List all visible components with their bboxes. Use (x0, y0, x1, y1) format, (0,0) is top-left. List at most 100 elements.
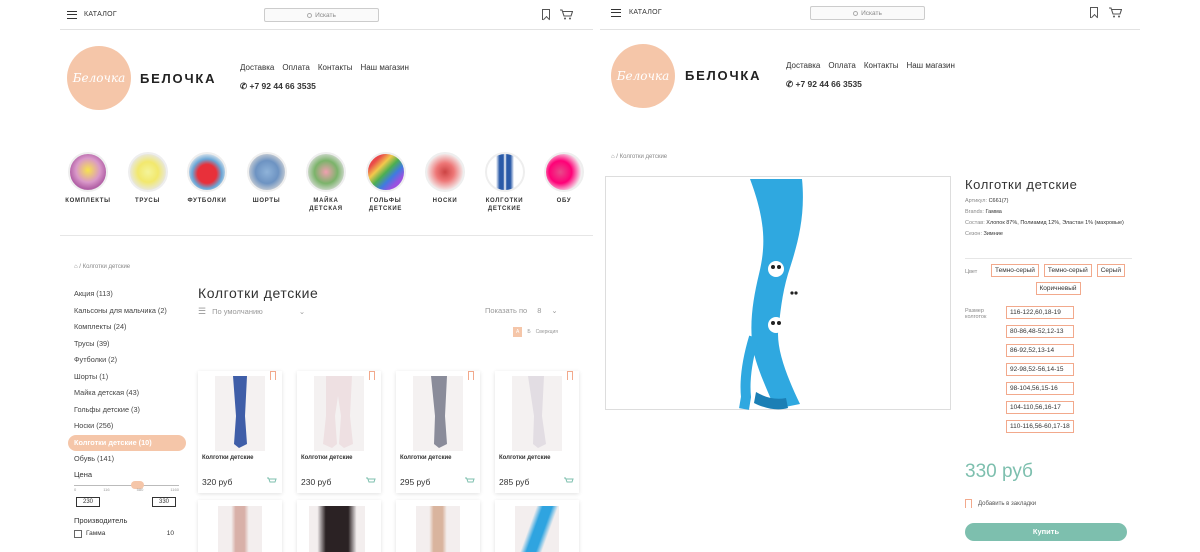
product-card[interactable]: Колготки детские 320 руб (198, 371, 282, 493)
knee-socks-icon (365, 152, 406, 192)
view-b[interactable]: Б (527, 329, 530, 335)
cart-icon[interactable] (366, 477, 376, 485)
product-image (416, 506, 460, 552)
price-min-input[interactable]: 230 (76, 496, 100, 507)
product-meta: Артикул: С661(7) Brands: Гамма Состав: Х… (965, 198, 1124, 237)
search-input[interactable]: Искать (810, 6, 925, 20)
product-card[interactable]: Колготки детские 230 руб (297, 371, 381, 493)
category-item[interactable]: КОЛГОТКИ ДЕТСКИЕ (484, 152, 525, 213)
kids-set-icon (68, 152, 108, 192)
bookmark-icon[interactable] (1090, 7, 1098, 18)
color-option[interactable]: Серый (1096, 264, 1125, 277)
category-item[interactable]: ТРУСЫ (127, 152, 168, 213)
price-max-input[interactable]: 330 (152, 496, 176, 507)
category-item[interactable]: НОСКИ (425, 152, 465, 213)
nav-payment[interactable]: Оплата (828, 61, 856, 70)
bookmark-icon[interactable] (270, 371, 276, 380)
category-item[interactable]: ШОРТЫ (246, 152, 287, 213)
product-gallery[interactable] (605, 176, 951, 410)
maker-checkbox[interactable] (74, 529, 82, 538)
maker-option[interactable]: Гамма 10 (74, 529, 174, 538)
color-label: Цвет (965, 269, 978, 275)
size-option[interactable]: 104-110,56,16-17 (1006, 401, 1074, 414)
sidebar-item[interactable]: Комплекты (24) (74, 319, 189, 336)
sidebar-item[interactable]: Шорты (1) (74, 369, 189, 386)
phone[interactable]: ✆ +7 92 44 66 3535 (786, 79, 862, 90)
size-option[interactable]: 110-116,56-60,17-18 (1006, 420, 1074, 433)
nav-store[interactable]: Наш магазин (906, 61, 954, 70)
size-option[interactable]: 92-98,52-56,14-15 (1006, 363, 1074, 376)
buy-button[interactable]: Купить (965, 523, 1127, 541)
color-option[interactable]: Темно-серый (991, 264, 1039, 277)
bookmark-icon[interactable] (542, 9, 550, 20)
category-item[interactable]: ФУТБОЛКИ (187, 152, 227, 213)
size-option[interactable]: 98-104,56,15-16 (1006, 382, 1074, 395)
sidebar-item[interactable]: Кальсоны для мальчика (2) (74, 303, 189, 320)
category-item[interactable]: МАЙКА ДЕТСКАЯ (306, 152, 346, 213)
color-option[interactable]: Темно-серый (1043, 264, 1092, 277)
product-image (512, 376, 562, 451)
logo[interactable]: Белочка (611, 44, 675, 108)
view-c[interactable]: Сверкция (536, 329, 558, 335)
sidebar-item[interactable]: Майка детская (43) (74, 385, 189, 402)
price-slider-track (74, 484, 179, 486)
size-option[interactable]: 116-122,60,18-19 (1006, 306, 1074, 319)
product-card[interactable]: Колготки детские 295 руб (396, 371, 480, 493)
sidebar-item[interactable]: Носки (256) (74, 418, 189, 435)
catalog-link[interactable]: КАТАЛОГ (84, 11, 117, 18)
nav-store[interactable]: Наш магазин (360, 63, 408, 72)
product-card[interactable] (198, 500, 282, 552)
nav-contacts[interactable]: Контакты (318, 63, 353, 72)
sidebar-item[interactable]: Футболки (2) (74, 352, 189, 369)
product-card[interactable] (297, 500, 381, 552)
product-image (218, 506, 262, 552)
sort-select[interactable]: ☰ По умолчанию ⌄ (198, 306, 305, 317)
phone[interactable]: ✆ +7 92 44 66 3535 (240, 81, 316, 92)
catalog-link[interactable]: КАТАЛОГ (629, 9, 662, 16)
cart-icon[interactable] (560, 9, 573, 20)
add-bookmark[interactable]: Добавить в закладки (965, 499, 1036, 508)
underwear-icon (127, 152, 168, 192)
cart-icon[interactable] (465, 477, 475, 485)
product-card[interactable]: Колготки детские 285 руб (495, 371, 579, 493)
socks-icon (425, 152, 465, 192)
nav-delivery[interactable]: Доставка (240, 63, 274, 72)
home-icon[interactable]: ⌂ (74, 264, 78, 270)
product-card[interactable] (495, 500, 579, 552)
view-a[interactable]: A (513, 327, 523, 337)
category-item[interactable]: КОМПЛЕКТЫ (65, 152, 110, 213)
view-switch: A Б Сверкция (513, 327, 558, 337)
catalog-page: КАТАЛОГ Искать Белочка БЕЛОЧКА Доставка … (60, 0, 593, 552)
logo[interactable]: Белочка (67, 46, 131, 110)
home-icon[interactable]: ⌂ (611, 154, 615, 160)
page-size-select[interactable]: Показать по 8 ⌄ (485, 306, 558, 315)
sidebar-item[interactable]: Трусы (39) (74, 336, 189, 353)
category-item[interactable]: ОБУ (544, 152, 584, 213)
nav-contacts[interactable]: Контакты (864, 61, 899, 70)
cart-icon[interactable] (1109, 7, 1122, 18)
sidebar-item[interactable]: Обувь (141) (74, 451, 189, 468)
sort-icon: ☰ (198, 306, 207, 316)
sidebar-item[interactable]: Гольфы детские (3) (74, 402, 189, 419)
product-card[interactable] (396, 500, 480, 552)
cart-icon[interactable] (267, 477, 277, 485)
product-image (314, 376, 364, 451)
sidebar-item-active[interactable]: Колготки детские (10) (68, 434, 186, 451)
tights-icon (484, 152, 525, 192)
bookmark-icon[interactable] (468, 371, 474, 380)
menu-icon[interactable] (611, 9, 621, 17)
product-price: 330 руб (965, 461, 1033, 482)
search-input[interactable]: Искать (264, 8, 379, 22)
nav-payment[interactable]: Оплата (282, 63, 310, 72)
sidebar-item[interactable]: Акция (113) (74, 286, 189, 303)
nav-delivery[interactable]: Доставка (786, 61, 820, 70)
menu-icon[interactable] (67, 11, 77, 19)
bookmark-icon[interactable] (369, 371, 375, 380)
size-option[interactable]: 86-92,52,13-14 (1006, 344, 1074, 357)
color-option[interactable]: Коричневый (1035, 282, 1081, 295)
category-item[interactable]: ГОЛЬФЫ ДЕТСКИЕ (365, 152, 406, 213)
bookmark-icon[interactable] (567, 371, 573, 380)
size-option[interactable]: 80-86,48-52,12-13 (1006, 325, 1074, 338)
top-bar: КАТАЛОГ Искать (600, 0, 1140, 30)
cart-icon[interactable] (564, 477, 574, 485)
